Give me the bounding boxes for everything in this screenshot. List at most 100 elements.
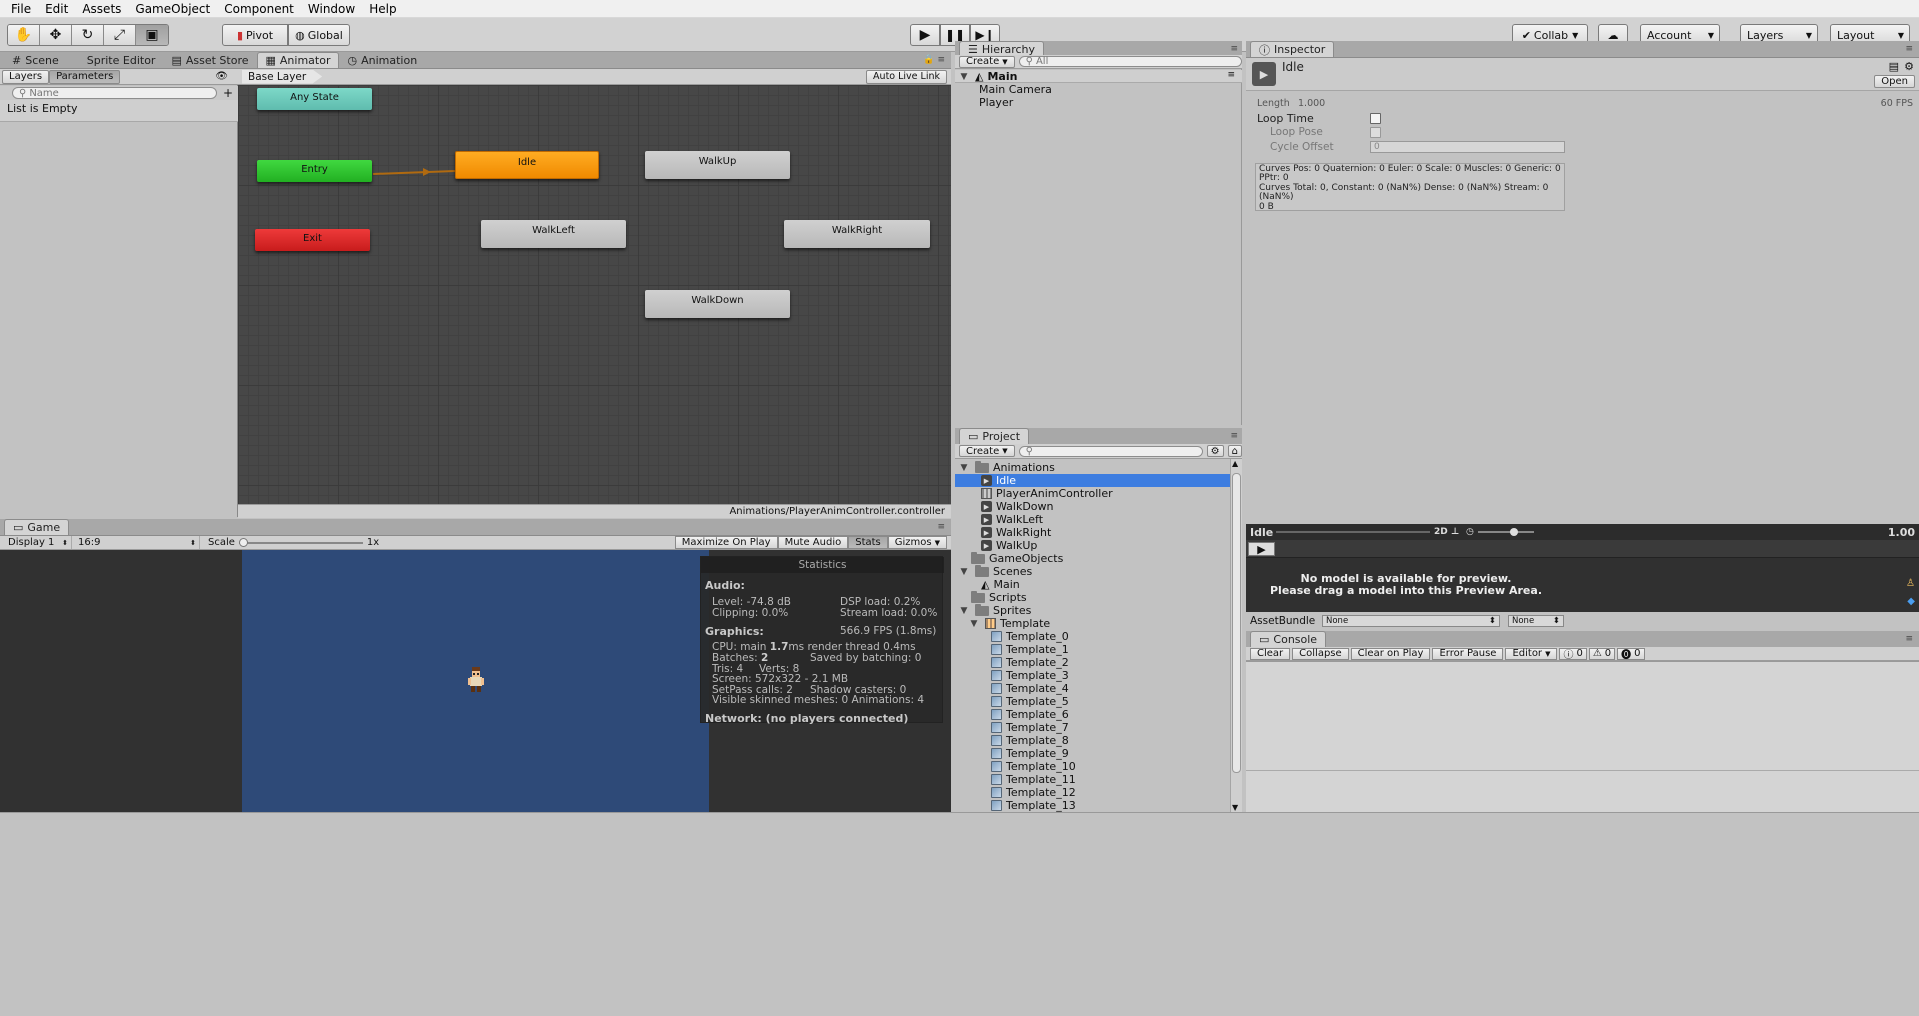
node-walk-up[interactable]: WalkUp <box>645 151 790 179</box>
asset-template-sprite[interactable]: Template_9 <box>991 747 1069 760</box>
panel-menu-icon[interactable]: ≡ <box>1905 634 1913 644</box>
folder-animations[interactable]: ▼ Animations <box>957 460 1055 474</box>
asset-template-sprite[interactable]: Template_12 <box>991 786 1076 799</box>
preview-play-icon[interactable]: ▶ <box>1248 542 1275 556</box>
panel-menu-icon[interactable]: ≡ <box>1905 44 1913 54</box>
node-any-state[interactable]: Any State <box>257 88 372 110</box>
filter-type-icon[interactable]: ⚙ <box>1206 445 1224 457</box>
tab-sprite-editor[interactable]: Sprite Editor <box>79 52 164 68</box>
asset-template-sprite[interactable]: Template_11 <box>991 773 1076 786</box>
loop-time-checkbox[interactable] <box>1370 113 1381 124</box>
console-collapse-button[interactable]: Collapse <box>1292 647 1349 660</box>
gear-icon[interactable]: ⚙ <box>1904 60 1914 73</box>
tab-scene[interactable]: # Scene <box>4 52 67 68</box>
loop-pose-checkbox[interactable] <box>1370 127 1381 138</box>
asset-walkup[interactable]: ▶ WalkUp <box>981 539 1037 552</box>
gizmos-dropdown[interactable]: Gizmos ▼ <box>887 536 947 549</box>
asset-template-sprite[interactable]: Template_5 <box>991 695 1069 708</box>
hierarchy-create-dropdown[interactable]: Create ▼ <box>959 55 1015 68</box>
fold-open-icon[interactable]: ▼ <box>957 72 971 82</box>
node-walk-right[interactable]: WalkRight <box>784 220 930 248</box>
asset-template-sprite[interactable]: Template_2 <box>991 656 1069 669</box>
asset-player-anim-controller[interactable]: PlayerAnimController <box>981 487 1113 500</box>
menu-gameobject[interactable]: GameObject <box>128 0 217 18</box>
tab-inspector[interactable]: ⓘ Inspector <box>1250 41 1335 57</box>
asset-template-sprite[interactable]: Template_0 <box>991 630 1069 643</box>
asset-template-sprite[interactable]: Template_10 <box>991 760 1076 773</box>
folder-sprites[interactable]: ▼ Sprites <box>957 603 1031 617</box>
scale-slider[interactable] <box>238 536 363 549</box>
asset-walkright[interactable]: ▶ WalkRight <box>981 526 1051 539</box>
eye-icon[interactable]: 👁 <box>215 71 228 82</box>
tab-console[interactable]: ▭ Console <box>1250 631 1327 647</box>
tab-animation[interactable]: ◷ Animation <box>339 52 425 68</box>
aspect-dropdown[interactable]: 16:9 ⬍ <box>72 536 200 549</box>
console-warning-toggle[interactable]: ⚠ 0 <box>1588 647 1616 660</box>
add-parameter-icon[interactable]: + <box>223 86 233 100</box>
menu-component[interactable]: Component <box>217 0 301 18</box>
console-log[interactable] <box>1246 661 1919 812</box>
hand-tool-icon[interactable]: ✋ <box>8 25 40 45</box>
scene-menu-icon[interactable]: ≡ <box>1227 70 1235 80</box>
global-button[interactable]: ◍ Global <box>288 24 350 46</box>
tab-game[interactable]: ▭ Game <box>4 519 70 535</box>
scroll-down-icon[interactable]: ▼ <box>1232 803 1238 812</box>
asset-template-sprite[interactable]: Template_3 <box>991 669 1069 682</box>
hierarchy-search-input[interactable]: ⚲ All <box>1018 56 1242 67</box>
project-search-input[interactable]: ⚲ <box>1018 445 1203 457</box>
game-view[interactable]: Statistics Audio: Level: -74.8 dB DSP lo… <box>0 550 951 812</box>
panel-menu-icon[interactable]: ≡ <box>937 522 945 532</box>
panel-menu-icon[interactable]: 🔒 ≡ <box>923 55 945 65</box>
mute-audio-button[interactable]: Mute Audio <box>777 536 849 549</box>
fold-open-icon[interactable]: ▼ <box>957 567 971 577</box>
menu-assets[interactable]: Assets <box>75 0 128 18</box>
assetbundle-name-dropdown[interactable]: None ⬍ <box>1322 615 1500 627</box>
play-button[interactable]: ▶ <box>910 24 940 46</box>
node-walk-down[interactable]: WalkDown <box>645 290 790 318</box>
auto-live-link-button[interactable]: Auto Live Link <box>866 69 947 84</box>
console-error-toggle[interactable]: ⓿0 <box>1617 647 1645 661</box>
cycle-offset-input[interactable]: 0 <box>1370 141 1565 153</box>
menu-edit[interactable]: Edit <box>38 0 75 18</box>
tab-animator[interactable]: ▦ Animator <box>256 52 340 68</box>
node-entry[interactable]: Entry <box>257 160 372 182</box>
animator-graph[interactable]: Any State Entry Exit Idle WalkUp WalkLef… <box>238 85 951 504</box>
asset-walkdown[interactable]: ▶ WalkDown <box>981 500 1054 513</box>
stats-button[interactable]: Stats <box>848 536 888 549</box>
hierarchy-main-camera[interactable]: Main Camera <box>979 83 1052 96</box>
filter-label-icon[interactable]: ⌂ <box>1227 445 1242 457</box>
asset-template-sprite[interactable]: Template_1 <box>991 643 1069 656</box>
project-scrollbar[interactable]: ▲ ▼ <box>1230 459 1242 812</box>
panel-menu-icon[interactable]: ≡ <box>1230 431 1238 441</box>
speed-icon[interactable]: ◷ <box>1466 527 1474 537</box>
asset-idle[interactable]: ▶ Idle <box>981 474 1016 487</box>
tab-project[interactable]: ▭ Project <box>959 428 1030 444</box>
console-info-toggle[interactable]: ⓘ 0 <box>1559 647 1587 661</box>
console-clear-button[interactable]: Clear <box>1250 647 1291 660</box>
project-create-dropdown[interactable]: Create ▼ <box>959 445 1015 457</box>
breadcrumb[interactable]: Base Layer <box>242 69 323 84</box>
folder-scenes[interactable]: ▼ Scenes <box>957 564 1032 578</box>
tab-layers[interactable]: Layers <box>2 69 50 84</box>
asset-scene-main[interactable]: ◭ Main <box>981 578 1020 591</box>
asset-template[interactable]: ▼ Template <box>967 617 1051 630</box>
folder-gameobjects[interactable]: GameObjects <box>971 551 1063 565</box>
pivot-button[interactable]: ▮ Pivot <box>222 24 288 46</box>
parameter-search-input[interactable]: ⚲ Name <box>12 87 217 99</box>
preview-speed-slider[interactable] <box>1478 528 1534 536</box>
tab-parameters[interactable]: Parameters <box>49 69 121 84</box>
node-idle[interactable]: Idle <box>455 151 599 179</box>
book-icon[interactable]: ▤ <box>1889 60 1899 73</box>
maximize-on-play-button[interactable]: Maximize On Play <box>674 536 778 549</box>
open-button[interactable]: Open <box>1874 75 1915 88</box>
menu-window[interactable]: Window <box>301 0 362 18</box>
preview-area[interactable]: No model is available for preview. Pleas… <box>1246 558 1919 612</box>
node-walk-left[interactable]: WalkLeft <box>481 220 626 248</box>
asset-template-sprite[interactable]: Template_13 <box>991 799 1076 812</box>
scale-tool-icon[interactable]: ⤢ <box>104 25 136 45</box>
asset-template-sprite[interactable]: Template_8 <box>991 734 1069 747</box>
menu-help[interactable]: Help <box>362 0 403 18</box>
asset-walkleft[interactable]: ▶ WalkLeft <box>981 513 1043 526</box>
fold-open-icon[interactable]: ▼ <box>957 606 971 616</box>
scrollbar-thumb[interactable] <box>1232 473 1241 773</box>
